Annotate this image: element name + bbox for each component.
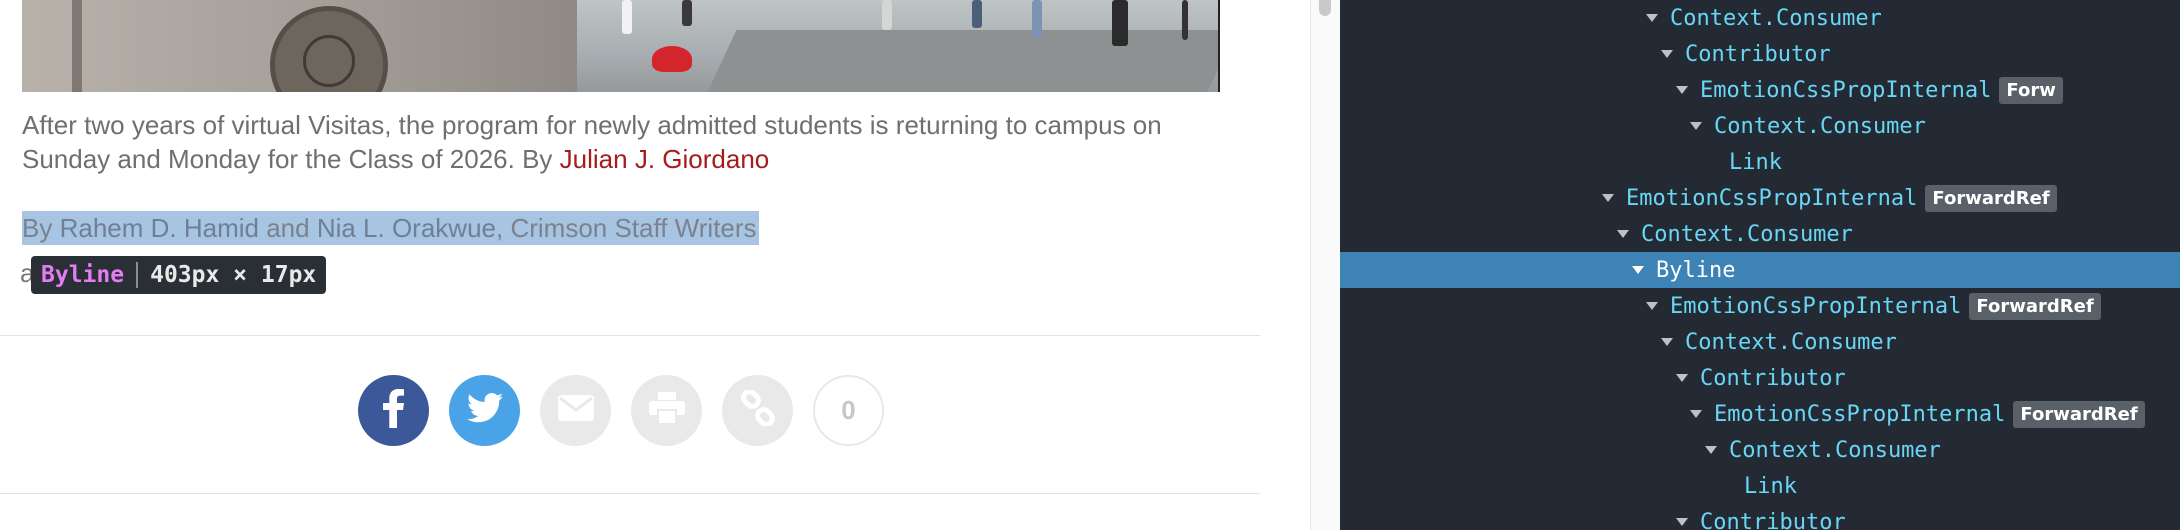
tree-row[interactable]: EmotionCssPropInternal ForwardRef — [1340, 288, 2180, 324]
component-name: Contributor — [1685, 41, 1831, 67]
component-name: Contributor — [1700, 509, 1846, 530]
twitter-icon — [466, 392, 503, 428]
component-name: EmotionCssPropInternal — [1626, 185, 1918, 211]
expand-arrow-icon[interactable] — [1661, 50, 1673, 58]
scrollbar-track[interactable] — [1310, 0, 1340, 530]
component-name: Context.Consumer — [1714, 113, 1926, 139]
tree-row[interactable]: Context.Consumer — [1340, 324, 2180, 360]
forwardref-badge: ForwardRef — [1969, 292, 2101, 320]
link-icon — [740, 389, 776, 431]
tree-row-selected[interactable]: Byline — [1340, 252, 2180, 288]
copy-link-button[interactable] — [722, 375, 793, 446]
component-name: Link — [1744, 473, 1797, 499]
print-button[interactable] — [631, 375, 702, 446]
byline-author-link[interactable]: Rahem D. Hamid — [60, 213, 259, 243]
component-name: EmotionCssPropInternal — [1670, 293, 1962, 319]
mail-icon — [557, 395, 594, 426]
tooltip-divider — [136, 262, 139, 288]
tree-row[interactable]: EmotionCssPropInternal Forw — [1340, 72, 2180, 108]
component-name: Context.Consumer — [1729, 437, 1941, 463]
facebook-icon — [382, 388, 405, 433]
component-name: Context.Consumer — [1670, 5, 1882, 31]
tree-row[interactable]: Context.Consumer — [1340, 432, 2180, 468]
facebook-share-button[interactable] — [358, 375, 429, 446]
expand-arrow-icon[interactable] — [1676, 518, 1688, 526]
scrollbar-thumb[interactable] — [1319, 0, 1331, 16]
divider — [0, 335, 1260, 336]
expand-arrow-icon[interactable] — [1676, 374, 1688, 382]
expand-arrow-icon[interactable] — [1617, 230, 1629, 238]
share-count: 0 — [813, 375, 884, 446]
tree-row[interactable]: Context.Consumer — [1340, 108, 2180, 144]
print-icon — [648, 392, 685, 429]
forwardref-badge: ForwardRef — [1925, 184, 2057, 212]
article-pane: After two years of virtual Visitas, the … — [0, 0, 1310, 530]
photo-caption: After two years of virtual Visitas, the … — [22, 108, 1222, 176]
tree-row[interactable]: Contributor — [1340, 36, 2180, 72]
component-name: Link — [1729, 149, 1782, 175]
tree-row[interactable]: Contributor — [1340, 504, 2180, 530]
expand-arrow-icon[interactable] — [1632, 266, 1644, 274]
devtools-component-tree: Context.Consumer Contributor EmotionCssPro… — [1340, 0, 2180, 530]
tree-row[interactable]: EmotionCssPropInternal ForwardRef — [1340, 180, 2180, 216]
byline: By Rahem D. Hamid and Nia L. Orakwue, Cr… — [22, 211, 759, 245]
forwardref-badge: ForwardRef — [2013, 400, 2145, 428]
byline-author-link[interactable]: Nia L. Orakwue — [317, 213, 496, 243]
expand-arrow-icon[interactable] — [1646, 302, 1658, 310]
tree-row[interactable]: EmotionCssPropInternal ForwardRef — [1340, 396, 2180, 432]
byline-suffix: , Crimson Staff Writers — [496, 213, 757, 243]
tree-row[interactable]: Context.Consumer — [1340, 0, 2180, 36]
twitter-share-button[interactable] — [449, 375, 520, 446]
expand-arrow-icon[interactable] — [1690, 410, 1702, 418]
component-name: Byline — [1656, 257, 1736, 283]
expand-arrow-icon[interactable] — [1646, 14, 1658, 22]
divider — [0, 493, 1260, 494]
byline-highlight: By Rahem D. Hamid and Nia L. Orakwue, Cr… — [22, 211, 759, 245]
forwardref-badge: Forw — [1999, 76, 2063, 104]
inspect-tooltip: Byline 403px × 17px — [31, 256, 327, 294]
byline-prefix: By — [22, 213, 60, 243]
tooltip-component-name: Byline — [41, 262, 125, 288]
caption-author-link[interactable]: Julian J. Giordano — [560, 144, 770, 174]
component-name: Context.Consumer — [1641, 221, 1853, 247]
expand-arrow-icon[interactable] — [1676, 86, 1688, 94]
expand-arrow-icon[interactable] — [1690, 122, 1702, 130]
expand-arrow-icon[interactable] — [1705, 446, 1717, 454]
tooltip-dimensions: 403px × 17px — [150, 262, 317, 288]
component-name: Context.Consumer — [1685, 329, 1897, 355]
tree-row[interactable]: Link — [1340, 144, 2180, 180]
tree-row[interactable]: Context.Consumer — [1340, 216, 2180, 252]
component-name: Contributor — [1700, 365, 1846, 391]
share-bar: 0 — [358, 375, 884, 446]
expand-arrow-icon[interactable] — [1602, 194, 1614, 202]
expand-arrow-icon[interactable] — [1661, 338, 1673, 346]
article-photo — [22, 0, 1220, 92]
component-name: EmotionCssPropInternal — [1700, 77, 1992, 103]
tree-row[interactable]: Link — [1340, 468, 2180, 504]
email-share-button[interactable] — [540, 375, 611, 446]
component-name: EmotionCssPropInternal — [1714, 401, 2006, 427]
tree-row[interactable]: Contributor — [1340, 360, 2180, 396]
byline-and: and — [258, 213, 317, 243]
